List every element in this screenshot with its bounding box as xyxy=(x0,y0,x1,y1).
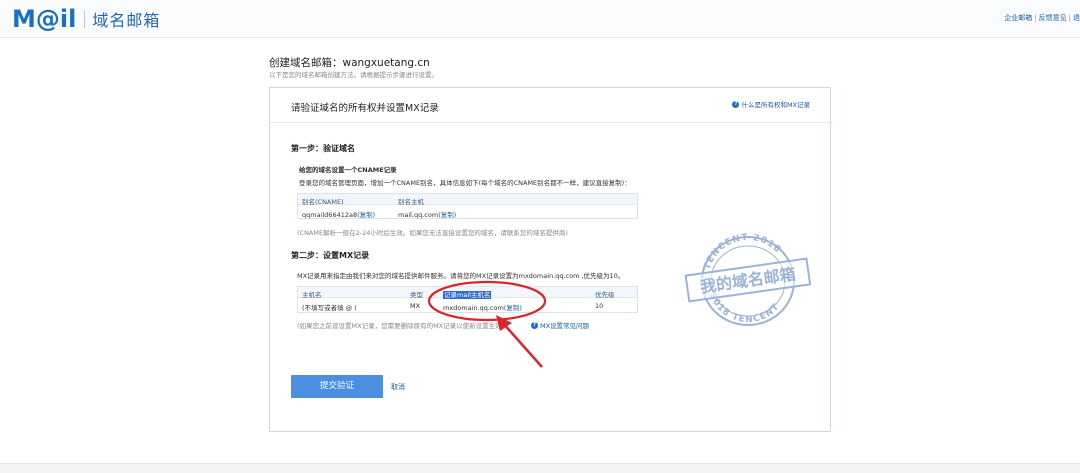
mx-header-host: 主机名 xyxy=(302,291,322,299)
mx-type-value: MX xyxy=(410,302,421,310)
cname-header-alias: 别名(CNAME) xyxy=(302,198,344,206)
logo-text: 域名邮箱 xyxy=(92,11,161,30)
panel-title: 请验证域名的所有权并设置MX记录 xyxy=(291,103,439,114)
cname-note: (CNAME解析一般在2-24小时后生效。如果您无法直接设置您的域名，请联系您的… xyxy=(297,229,568,237)
question-icon: ? xyxy=(732,100,740,108)
step1-description: 登录您的域名管理页面，增加一个CNAME别名，具体信息如下(每个域名的CNAME… xyxy=(299,179,631,187)
logo-divider xyxy=(84,10,86,28)
help-link[interactable]: ? 什么是所有权和MX记录 xyxy=(732,99,810,109)
cname-table-header xyxy=(298,194,637,205)
page-title: 创建域名邮箱：wangxuetang.cn xyxy=(269,57,430,69)
mx-header-priority: 优先级 xyxy=(595,291,615,299)
cname-header-host: 别名主机 xyxy=(398,198,424,206)
enterprise-mail-link[interactable]: 企业邮箱 xyxy=(1004,14,1032,22)
table-row: qqmaild66412a8(复制) xyxy=(302,209,375,219)
link-separator: | xyxy=(1034,14,1037,22)
annotation-arrow-head xyxy=(496,315,512,331)
step1-subtitle: 给您的域名设置一个CNAME记录 xyxy=(299,166,397,174)
submit-verification-button[interactable]: 提交验证 xyxy=(291,375,383,398)
logo-mail: M@il xyxy=(12,5,77,33)
link-separator: | xyxy=(1068,14,1071,22)
page-subtitle: 以下是您的域名邮箱创建方法。请根据提示步骤进行设置。 xyxy=(269,71,438,79)
mx-priority-value: 10 xyxy=(595,302,604,310)
copy-host-link[interactable]: (复制) xyxy=(438,211,456,219)
table-row: mail.qq.com(复制) xyxy=(398,209,456,219)
mx-host-value: (不填写或者填 @ ) xyxy=(302,304,357,312)
step2-title: 第二步：设置MX记录 xyxy=(291,251,370,260)
stamp-watermark: TENCENT 2018 2018 TENCENT 我的域名邮箱 xyxy=(684,233,812,326)
logout-link[interactable]: 退 xyxy=(1073,14,1080,22)
help-link-label: 什么是所有权和MX记录 xyxy=(741,101,810,109)
annotation-arrow-line xyxy=(501,321,543,368)
logo[interactable]: M@il 域名邮箱 xyxy=(12,6,160,32)
cname-alias-value: qqmaild66412a8 xyxy=(302,211,358,219)
panel-header: 请验证域名的所有权并设置MX记录 ? 什么是所有权和MX记录 xyxy=(270,88,830,123)
top-links: 企业邮箱 | 反馈意见 | 退 xyxy=(1004,13,1080,23)
annotation-overlay xyxy=(427,280,547,368)
cname-host-value: mail.qq.com xyxy=(398,211,439,219)
bottom-strip xyxy=(0,463,1080,473)
feedback-link[interactable]: 反馈意见 xyxy=(1039,14,1067,22)
cancel-link[interactable]: 取消 xyxy=(391,382,405,392)
cname-table: 别名(CNAME) 别名主机 qqmaild66412a8(复制) mail.q… xyxy=(297,193,638,219)
step1-title: 第一步：验证域名 xyxy=(291,144,355,153)
top-bar: M@il 域名邮箱 企业邮箱 | 反馈意见 | 退 xyxy=(0,0,1080,38)
annotation-circle xyxy=(427,280,547,322)
copy-alias-link[interactable]: (复制) xyxy=(357,211,375,219)
